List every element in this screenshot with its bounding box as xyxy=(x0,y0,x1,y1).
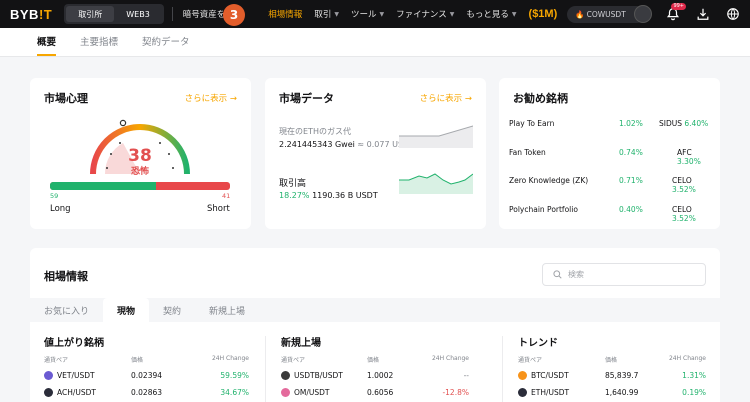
column-divider xyxy=(502,336,503,402)
market-tabs: お気に入り 現物 契約 新規上場 xyxy=(30,298,720,322)
list-item[interactable]: Play To Earn 1.02% SIDUS 6.40% xyxy=(509,119,709,133)
market-info-section: 相場情報 検索 お気に入り 現物 契約 新規上場 値上がり銘柄 通貨ペア 価格 … xyxy=(30,248,720,402)
long-short-bar xyxy=(50,182,230,190)
table-header: 通貨ペア 価格 24H Change xyxy=(518,355,706,364)
chevron-down-icon: ▼ xyxy=(449,10,455,18)
step-badge: 3 xyxy=(223,4,245,26)
recommended-card: お勧め銘柄 Play To Earn 1.02% SIDUS 6.40% Fan… xyxy=(499,78,720,229)
tab-key-metrics[interactable]: 主要指標 xyxy=(80,34,118,56)
sentiment-value: 38 xyxy=(128,146,152,166)
sentiment-card: 市場心理 さらに表示 → 38 恐怖 59 41 Long Short xyxy=(30,78,251,229)
notification-button[interactable]: 99+ xyxy=(664,3,686,23)
platform-switch: 取引所 WEB3 xyxy=(64,4,164,24)
volume-value: 18.27% 1190.36 B USDT xyxy=(279,191,378,200)
tab-contract-data[interactable]: 契約データ xyxy=(142,34,190,56)
usdtb-coin-icon xyxy=(281,371,290,380)
tab-overview[interactable]: 概要 xyxy=(37,34,57,56)
table-row[interactable]: VET/USDT 0.02394 59.59% xyxy=(44,367,249,384)
seg-exchange[interactable]: 取引所 xyxy=(66,6,115,22)
market-search-input[interactable]: 検索 xyxy=(542,263,706,286)
download-button[interactable] xyxy=(694,5,712,23)
sentiment-title: 市場心理 xyxy=(44,92,88,105)
table-row[interactable]: BTC/USDT 85,839.7 1.31% xyxy=(518,367,706,384)
market-data-card: 市場データ さらに表示 → 現在のETHのガス代 2.241445343 Gwe… xyxy=(265,78,486,229)
short-percent: 41 xyxy=(222,192,231,200)
chevron-down-icon: ▼ xyxy=(511,10,517,18)
page-tabs: 概要 主要指標 契約データ xyxy=(0,28,750,57)
nav-tools[interactable]: ツール ▼ xyxy=(351,8,384,20)
download-icon xyxy=(697,8,709,20)
gas-sparkline xyxy=(399,125,473,148)
nav-trade[interactable]: 取引 ▼ xyxy=(314,8,339,20)
btc-coin-icon xyxy=(518,371,527,380)
tab-spot[interactable]: 現物 xyxy=(103,298,150,322)
nav-divider xyxy=(171,7,173,21)
long-fill xyxy=(50,182,157,190)
long-label: Long xyxy=(50,204,71,214)
market-info-title: 相場情報 xyxy=(44,270,88,283)
list-item[interactable]: Polychain Portfolio 0.40% CELO 3.52% xyxy=(509,205,709,223)
nav-finance[interactable]: ファイナンス ▼ xyxy=(396,8,454,20)
eth-coin-icon xyxy=(518,388,527,397)
table-row[interactable]: ACH/USDT 0.02863 34.67% xyxy=(44,384,249,401)
new-listings-title: 新規上場 xyxy=(281,338,321,349)
list-item[interactable]: Fan Token 0.74% AFC 3.30% xyxy=(509,148,709,166)
volume-label: 取引高 xyxy=(279,179,307,189)
nav-markets[interactable]: 相場情報 xyxy=(268,8,302,20)
gas-label: 現在のETHのガス代 xyxy=(279,127,351,136)
tab-contracts[interactable]: 契約 xyxy=(149,298,195,322)
table-header: 通貨ペア 価格 24H Change xyxy=(281,355,469,364)
gainers-title: 値上がり銘柄 xyxy=(44,338,104,349)
trend-title: トレンド xyxy=(518,338,558,349)
tab-new-listings[interactable]: 新規上場 xyxy=(195,298,259,322)
new-listings-column: 新規上場 通貨ペア 価格 24H Change USDTB/USDT 1.000… xyxy=(281,334,469,401)
language-button[interactable] xyxy=(724,5,742,23)
ach-coin-icon xyxy=(44,388,53,397)
notification-count: 99+ xyxy=(671,3,686,10)
long-percent: 59 xyxy=(50,192,59,200)
om-coin-icon xyxy=(281,388,290,397)
nav-more[interactable]: もっと見る ▼ xyxy=(466,8,516,20)
fire-icon: 🔥 xyxy=(575,9,585,19)
search-icon xyxy=(553,270,562,279)
sentiment-label: 恐怖 xyxy=(130,167,149,177)
promo-banner[interactable]: ($1M) xyxy=(529,8,558,20)
table-header: 通貨ペア 価格 24H Change xyxy=(44,355,249,364)
table-row[interactable]: USDTB/USDT 1.0002 -- xyxy=(281,367,469,384)
bybit-logo[interactable]: BYB!T xyxy=(10,7,52,22)
gas-value: 2.241445343 Gwei ≈ 0.077 USD xyxy=(279,140,410,149)
avatar xyxy=(634,5,652,23)
table-row[interactable]: OM/USDT 0.6056 -12.8% xyxy=(281,384,469,401)
globe-icon xyxy=(727,8,739,20)
column-divider xyxy=(265,336,266,402)
table-row[interactable]: ETH/USDT 1,640.99 0.19% xyxy=(518,384,706,401)
top-icons: 99+ xyxy=(622,3,742,23)
market-data-title: 市場データ xyxy=(279,92,334,105)
volume-sparkline xyxy=(399,173,473,194)
top-nav: BYB!T 取引所 WEB3 暗号資産を購入 相場情報 取引 ▼ ツール ▼ ファイ… xyxy=(0,0,750,28)
recommended-title: お勧め銘柄 xyxy=(513,92,568,105)
market-data-more-link[interactable]: さらに表示 → xyxy=(420,92,472,104)
vet-coin-icon xyxy=(44,371,53,380)
gainers-column: 値上がり銘柄 通貨ペア 価格 24H Change VET/USDT 0.023… xyxy=(44,334,249,401)
chevron-down-icon: ▼ xyxy=(379,10,385,18)
sentiment-more-link[interactable]: さらに表示 → xyxy=(185,92,237,104)
tab-favorites[interactable]: お気に入り xyxy=(30,298,103,322)
list-item[interactable]: Zero Knowledge (ZK) 0.71% CELO 3.52% xyxy=(509,176,709,194)
chevron-down-icon: ▼ xyxy=(334,10,339,18)
short-label: Short xyxy=(207,204,230,214)
trend-column: トレンド 通貨ペア 価格 24H Change BTC/USDT 85,839.… xyxy=(518,334,706,401)
avatar-button[interactable] xyxy=(634,5,652,23)
seg-web3[interactable]: WEB3 xyxy=(114,6,162,22)
